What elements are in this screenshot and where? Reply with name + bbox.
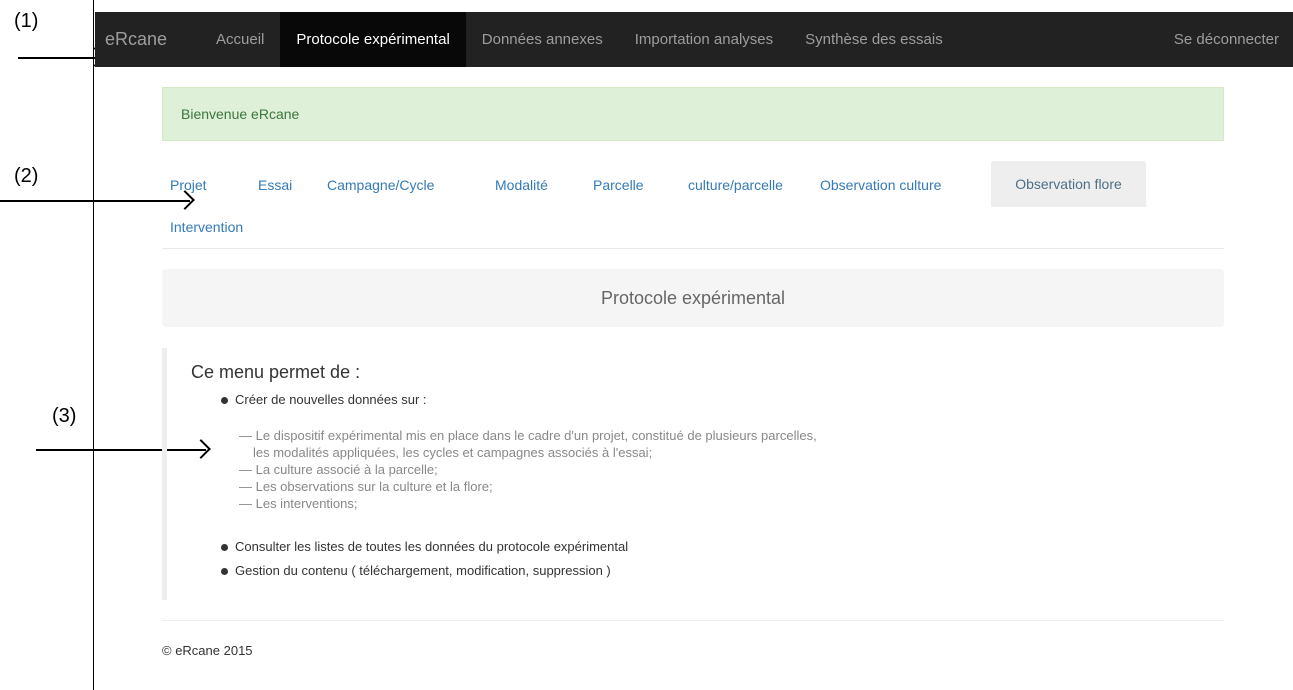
logout-link[interactable]: Se déconnecter [1174, 12, 1279, 67]
annotation-label-3: (3) [52, 405, 77, 427]
nav-item-protocole[interactable]: Protocole expérimental [280, 12, 466, 67]
tab-projet[interactable]: Projet [170, 177, 207, 193]
nav-menu: Accueil Protocole expérimental Données a… [200, 12, 959, 67]
protocol-tabs: Projet Essai Campagne/Cycle Modalité Par… [162, 161, 1224, 249]
sub-item-culture: — La culture associé à la parcelle; [239, 462, 438, 477]
annotation-vertical-line [93, 0, 94, 690]
nav-item-accueil[interactable]: Accueil [200, 12, 280, 67]
bullet-icon [221, 544, 228, 551]
tab-essai[interactable]: Essai [258, 177, 292, 193]
list-item-creer: Créer de nouvelles données sur : [235, 392, 427, 407]
top-navbar: eRcane Accueil Protocole expérimental Do… [95, 12, 1293, 67]
tab-intervention[interactable]: Intervention [170, 219, 243, 235]
tab-campagne-cycle[interactable]: Campagne/Cycle [327, 177, 434, 193]
tab-parcelle[interactable]: Parcelle [593, 177, 644, 193]
footer-divider [162, 620, 1224, 621]
sub-item-interventions: — Les interventions; [239, 496, 358, 511]
tab-modalite[interactable]: Modalité [495, 177, 548, 193]
menu-description-title: Ce menu permet de : [191, 362, 361, 382]
menu-description: Ce menu permet de : Créer de nouvelles d… [162, 348, 962, 600]
sub-item-observations: — Les observations sur la culture et la … [239, 479, 493, 494]
brand-logo[interactable]: eRcane [105, 29, 167, 50]
tab-observation-culture[interactable]: Observation culture [820, 177, 941, 193]
nav-item-donnees-annexes[interactable]: Données annexes [466, 12, 619, 67]
tab-culture-parcelle[interactable]: culture/parcelle [688, 177, 783, 193]
sub-item-dispositif: — Le dispositif expérimental mis en plac… [239, 428, 817, 443]
tab-observation-flore[interactable]: Observation flore [991, 161, 1146, 207]
nav-item-synthese[interactable]: Synthèse des essais [789, 12, 959, 67]
footer-copyright: © eRcane 2015 [162, 643, 253, 658]
list-item-gestion: Gestion du contenu ( téléchargement, mod… [235, 563, 611, 578]
page-title: Protocole expérimental [162, 269, 1224, 327]
bullet-icon [221, 397, 228, 404]
bullet-icon [221, 568, 228, 575]
list-item-consulter: Consulter les listes de toutes les donné… [235, 539, 629, 554]
annotation-arrow-1 [18, 57, 100, 59]
annotation-label-1: (1) [14, 10, 39, 32]
welcome-alert: Bienvenue eRcane [162, 87, 1224, 141]
sub-item-dispositif-cont: les modalités appliquées, les cycles et … [253, 445, 653, 460]
annotation-label-2: (2) [14, 165, 39, 187]
nav-item-importation[interactable]: Importation analyses [619, 12, 789, 67]
